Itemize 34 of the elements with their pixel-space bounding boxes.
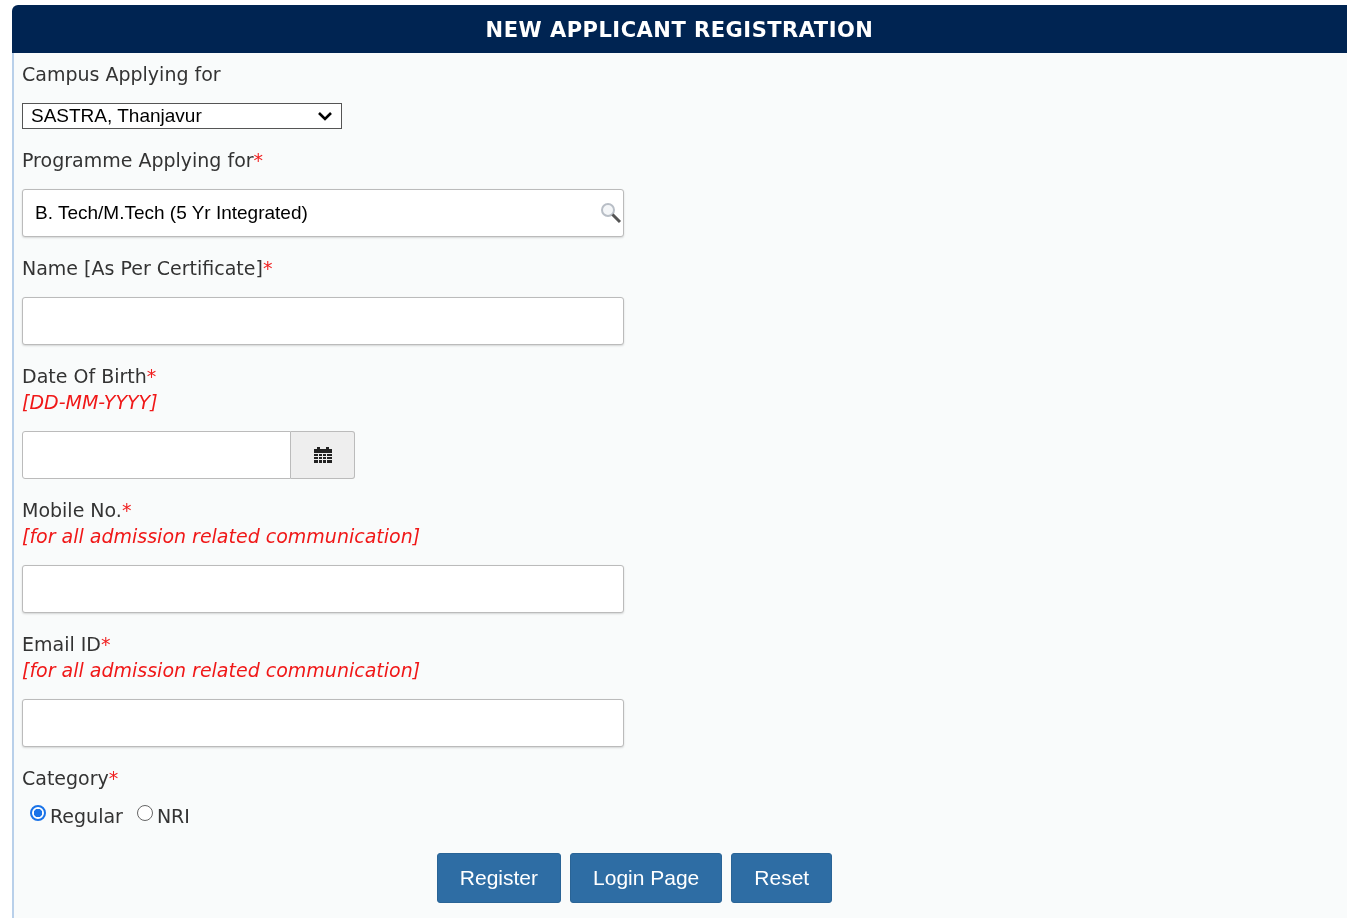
calendar-button[interactable] xyxy=(291,431,355,479)
required-mark: * xyxy=(121,499,132,521)
text-field[interactable] xyxy=(22,297,624,345)
text-field[interactable] xyxy=(22,565,624,613)
field-label: Programme Applying for xyxy=(22,149,254,171)
chevron-down-icon xyxy=(317,111,333,121)
calendar-icon xyxy=(312,446,333,464)
form-button[interactable]: Register xyxy=(436,853,562,903)
radio-label: NRI xyxy=(156,805,190,827)
form-header: NEW APPLICANT REGISTRATION xyxy=(12,5,1347,53)
field-hint: [for all admission related communication] xyxy=(22,658,422,683)
campus-select[interactable]: SASTRA, Thanjavur xyxy=(22,103,342,129)
required-mark: * xyxy=(262,257,273,279)
required-mark: * xyxy=(101,633,111,655)
text-field[interactable] xyxy=(22,699,624,747)
programme-field[interactable]: B. Tech/M.Tech (5 Yr Integrated) xyxy=(22,189,624,237)
field-label: Name [As Per Certificate] xyxy=(22,257,263,279)
field-label: Date Of Birth xyxy=(22,365,147,387)
field-label: Email ID xyxy=(22,633,101,655)
field-hint: [for all admission related communication] xyxy=(22,524,422,549)
required-mark: * xyxy=(108,767,119,789)
search-icon[interactable] xyxy=(599,201,623,225)
field-label: Mobile No. xyxy=(22,499,122,521)
field-label: Category xyxy=(22,767,109,789)
radio-button[interactable] xyxy=(136,805,153,821)
form-button[interactable]: Reset xyxy=(731,853,833,903)
required-mark: * xyxy=(146,365,157,387)
radio-button[interactable] xyxy=(30,805,46,821)
field-label: Campus Applying for xyxy=(22,63,221,85)
required-mark: * xyxy=(253,149,264,171)
form-button[interactable]: Login Page xyxy=(570,853,723,903)
field-hint: [DD-MM-YYYY] xyxy=(22,390,159,415)
date-field[interactable] xyxy=(22,431,291,479)
radio-label: Regular xyxy=(50,805,123,827)
